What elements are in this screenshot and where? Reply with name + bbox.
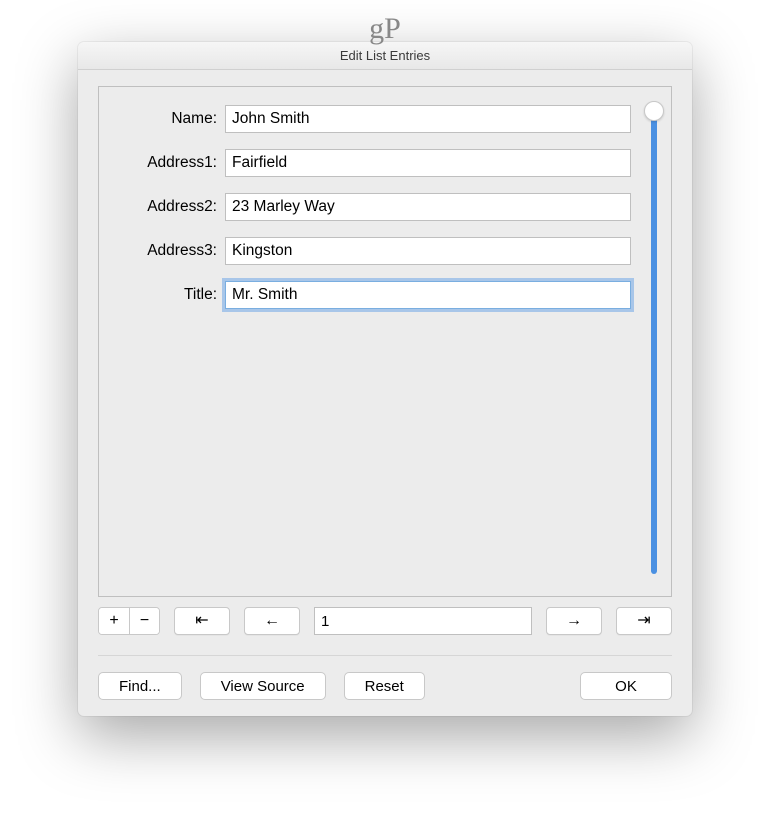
navigation-row: + − ⇤ ← → ⇥ <box>98 607 672 635</box>
form-row-address3: Address3: <box>109 237 631 265</box>
spacer <box>443 672 562 700</box>
label-title: Title: <box>109 286 225 304</box>
label-address2: Address2: <box>109 198 225 216</box>
prev-icon: ← <box>264 613 280 629</box>
scrollbar-thumb[interactable] <box>644 101 664 121</box>
next-icon: → <box>566 613 582 629</box>
view-source-button[interactable]: View Source <box>200 672 326 700</box>
plus-icon: + <box>109 613 118 629</box>
add-remove-group: + − <box>98 607 160 635</box>
form-row-address1: Address1: <box>109 149 631 177</box>
form-row-address2: Address2: <box>109 193 631 221</box>
last-icon: ⇥ <box>637 613 650 629</box>
dialog-title: Edit List Entries <box>340 48 430 63</box>
input-address1[interactable] <box>225 149 631 177</box>
label-address3: Address3: <box>109 242 225 260</box>
dialog-titlebar: Edit List Entries <box>78 42 692 70</box>
prev-record-button[interactable]: ← <box>244 607 300 635</box>
remove-button[interactable]: − <box>129 608 159 634</box>
next-record-button[interactable]: → <box>546 607 602 635</box>
edit-list-entries-dialog: Edit List Entries Name: Address1: Addres… <box>78 42 692 716</box>
form-panel: Name: Address1: Address2: Address3: Titl… <box>98 86 672 597</box>
first-record-button[interactable]: ⇤ <box>174 607 230 635</box>
first-icon: ⇤ <box>195 613 208 629</box>
input-address3[interactable] <box>225 237 631 265</box>
add-button[interactable]: + <box>99 608 129 634</box>
form-row-title: Title: <box>109 281 631 309</box>
action-button-row: Find... View Source Reset OK <box>98 672 672 700</box>
vertical-scrollbar[interactable] <box>651 109 657 574</box>
input-address2[interactable] <box>225 193 631 221</box>
input-title[interactable] <box>225 281 631 309</box>
label-address1: Address1: <box>109 154 225 172</box>
ok-button[interactable]: OK <box>580 672 672 700</box>
last-record-button[interactable]: ⇥ <box>616 607 672 635</box>
input-name[interactable] <box>225 105 631 133</box>
record-number-input[interactable] <box>314 607 532 635</box>
watermark-text: gP <box>369 12 401 46</box>
divider <box>98 655 672 656</box>
dialog-content: Name: Address1: Address2: Address3: Titl… <box>78 70 692 716</box>
find-button[interactable]: Find... <box>98 672 182 700</box>
form-row-name: Name: <box>109 105 631 133</box>
reset-button[interactable]: Reset <box>344 672 425 700</box>
label-name: Name: <box>109 110 225 128</box>
minus-icon: − <box>140 613 149 629</box>
